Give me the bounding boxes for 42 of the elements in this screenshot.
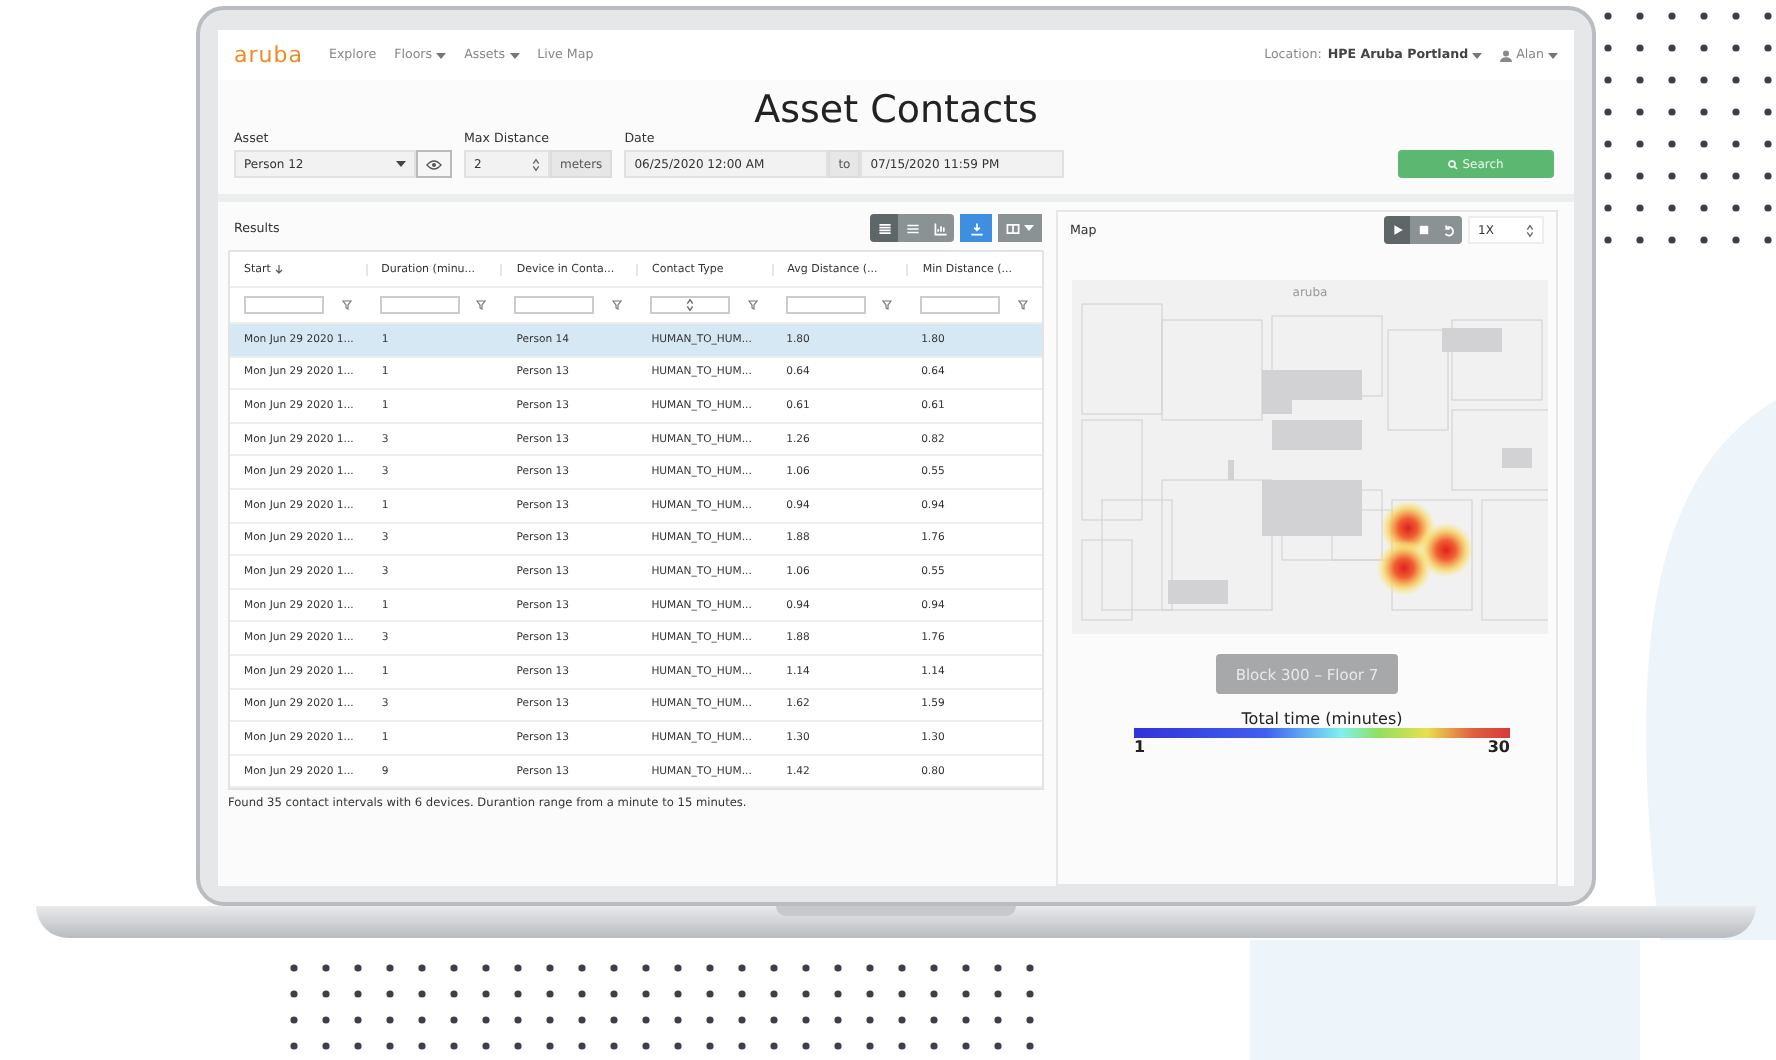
playback-button[interactable] xyxy=(1436,216,1462,244)
spinner-icon[interactable] xyxy=(532,157,540,171)
download-icon xyxy=(969,221,983,235)
filter-icon[interactable] xyxy=(476,300,487,310)
list-view-icon xyxy=(905,221,919,235)
view-mode-button[interactable] xyxy=(926,214,954,242)
filter-icon[interactable] xyxy=(341,300,352,310)
select-arrows-icon[interactable] xyxy=(1526,223,1534,237)
caret-icon xyxy=(396,160,406,168)
filter-icon[interactable] xyxy=(611,300,622,310)
view-button[interactable] xyxy=(416,150,452,178)
select-arrows-icon[interactable] xyxy=(685,298,694,312)
columns-button[interactable] xyxy=(998,214,1042,242)
page-title: Asset Contacts xyxy=(752,88,1040,132)
stop-icon xyxy=(1417,224,1429,236)
replay-icon xyxy=(1442,223,1456,237)
columns-icon xyxy=(1006,221,1020,235)
user-icon xyxy=(1500,49,1513,61)
scale-max-label: 30 xyxy=(1487,738,1510,756)
playback-button[interactable] xyxy=(1410,216,1436,244)
eye-icon xyxy=(426,159,442,169)
search-icon xyxy=(1448,159,1459,169)
filter-input[interactable] xyxy=(514,296,595,314)
caret-icon xyxy=(1024,224,1034,232)
grid-view-icon xyxy=(877,221,891,235)
legend-title: Total time (minutes) xyxy=(1239,710,1405,728)
filter-icon[interactable] xyxy=(1017,300,1028,310)
chart-icon xyxy=(933,221,947,235)
filter-input[interactable] xyxy=(244,296,324,314)
caret-icon xyxy=(1472,51,1483,59)
caret-icon xyxy=(1548,51,1558,59)
play-icon xyxy=(1391,224,1403,236)
scale-min-label: 1 xyxy=(1134,738,1146,756)
filter-icon[interactable] xyxy=(747,300,758,310)
download-button[interactable] xyxy=(960,214,992,242)
view-mode-button[interactable] xyxy=(898,214,926,242)
filter-input[interactable] xyxy=(785,296,866,314)
view-mode-button[interactable] xyxy=(870,214,898,242)
filter-input[interactable] xyxy=(920,296,1001,314)
playback-button[interactable] xyxy=(1384,216,1410,244)
filter-input[interactable] xyxy=(379,296,460,314)
filter-icon[interactable] xyxy=(882,300,893,310)
